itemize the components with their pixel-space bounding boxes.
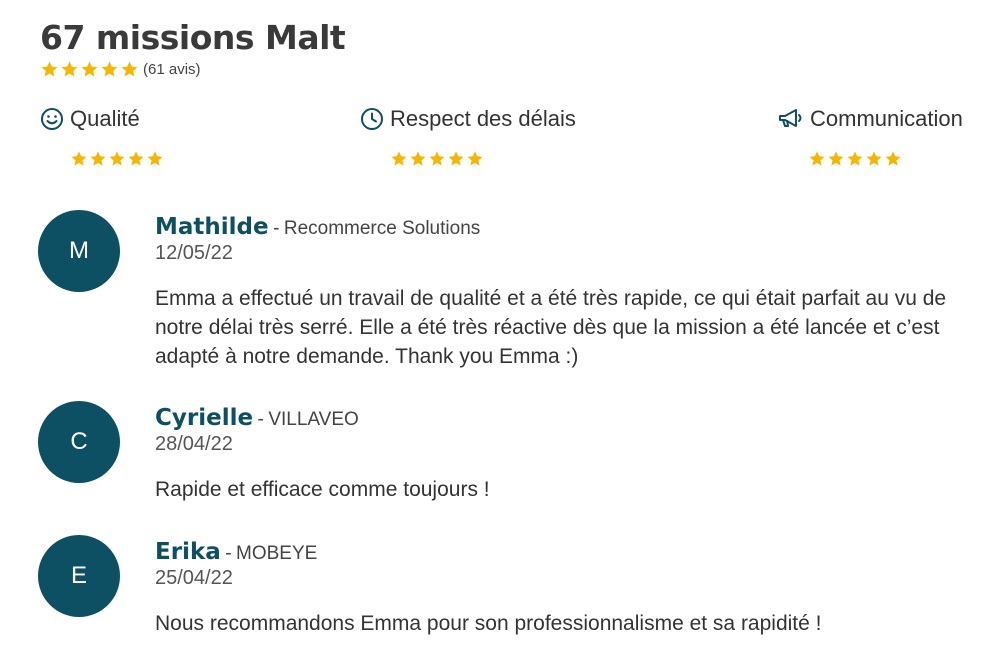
review-text: Emma a effectué un travail de qualité et… (155, 287, 947, 368)
avatar: E (38, 535, 120, 617)
avatar: C (38, 401, 120, 483)
criterion-label: Qualité (70, 106, 140, 131)
smiley-icon (40, 107, 64, 131)
star-icon (120, 60, 139, 79)
star-icon (70, 150, 88, 168)
avatar: M (38, 210, 120, 292)
reviewer-name: Cyrielle (155, 405, 254, 431)
megaphone-icon (778, 107, 804, 131)
name-separator: - (225, 543, 232, 564)
criterion-label: Respect des délais (390, 106, 576, 131)
star-icon (108, 150, 126, 168)
star-icon (127, 150, 145, 168)
star-icon (846, 150, 864, 168)
star-icon (466, 150, 484, 168)
review-text: Rapide et efficace comme toujours ! (155, 478, 490, 501)
criterion-quality: Qualité (40, 106, 163, 166)
criterion-stars (70, 150, 164, 168)
star-icon (827, 150, 845, 168)
star-icon (428, 150, 446, 168)
criterion-stars (390, 150, 484, 168)
star-icon (40, 60, 59, 79)
star-icon (884, 150, 902, 168)
review-text: Nous recommandons Emma pour son professi… (155, 612, 822, 635)
reviewer-name: Mathilde (155, 214, 269, 240)
star-icon (447, 150, 465, 168)
reviewer-company: MOBEYE (236, 543, 318, 564)
star-icon (89, 150, 107, 168)
star-icon (146, 150, 164, 168)
reviewer-company: Recommerce Solutions (283, 218, 481, 239)
star-icon (60, 60, 79, 79)
star-icon (80, 60, 99, 79)
criterion-label: Communication (810, 106, 963, 131)
criterion-stars (808, 150, 902, 168)
criterion-deadlines: Respect des délais (360, 106, 576, 166)
reviewer-company: VILLAVEO (268, 409, 359, 430)
name-separator: - (257, 409, 264, 430)
criterion-communication: Communication (778, 106, 963, 166)
star-icon (390, 150, 408, 168)
page-title: 67 missions Malt (40, 18, 346, 57)
star-icon (808, 150, 826, 168)
clock-icon (360, 107, 384, 131)
star-icon (100, 60, 119, 79)
star-icon (409, 150, 427, 168)
overall-rating: (61 avis) (40, 58, 345, 80)
review-count: (61 avis) (143, 60, 201, 78)
overall-stars (40, 60, 139, 79)
reviewer-name: Erika (155, 539, 221, 565)
star-icon (865, 150, 883, 168)
missions-header: 67 missions Malt (61 avis) (40, 18, 346, 80)
name-separator: - (273, 218, 280, 239)
